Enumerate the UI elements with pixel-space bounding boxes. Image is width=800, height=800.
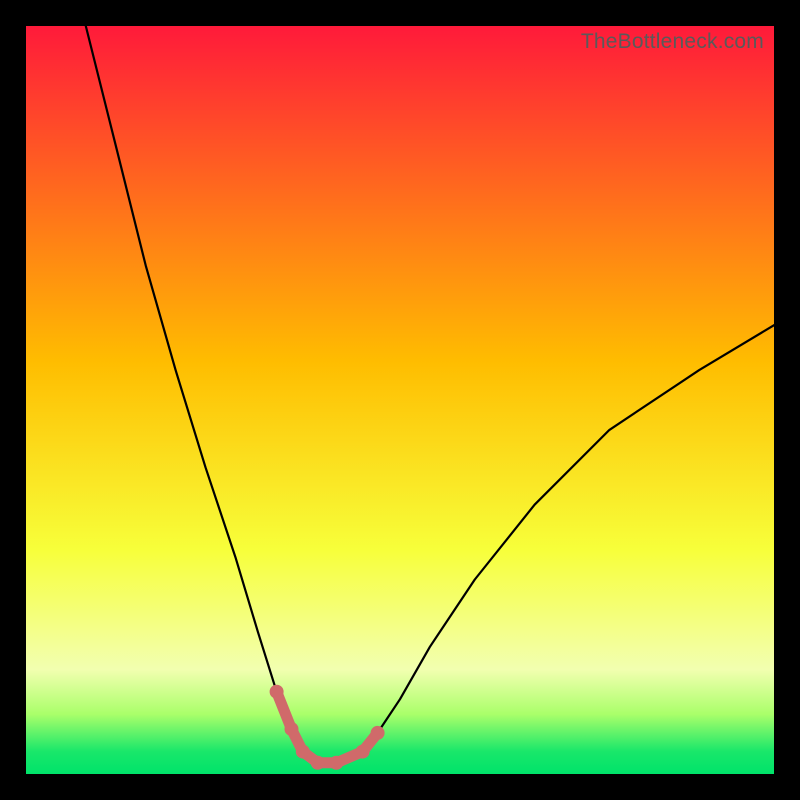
watermark-label: TheBottleneck.com [581,30,764,54]
plot-area: TheBottleneck.com [26,26,774,774]
highlight-dot [270,685,284,699]
gradient-background [26,26,774,774]
highlight-dot [329,756,343,770]
bottleneck-chart [26,26,774,774]
highlight-dot [285,722,299,736]
highlight-dot [311,756,325,770]
highlight-dot [371,726,385,740]
chart-frame: TheBottleneck.com [0,0,800,800]
highlight-dot [296,745,310,759]
highlight-dot [356,745,370,759]
